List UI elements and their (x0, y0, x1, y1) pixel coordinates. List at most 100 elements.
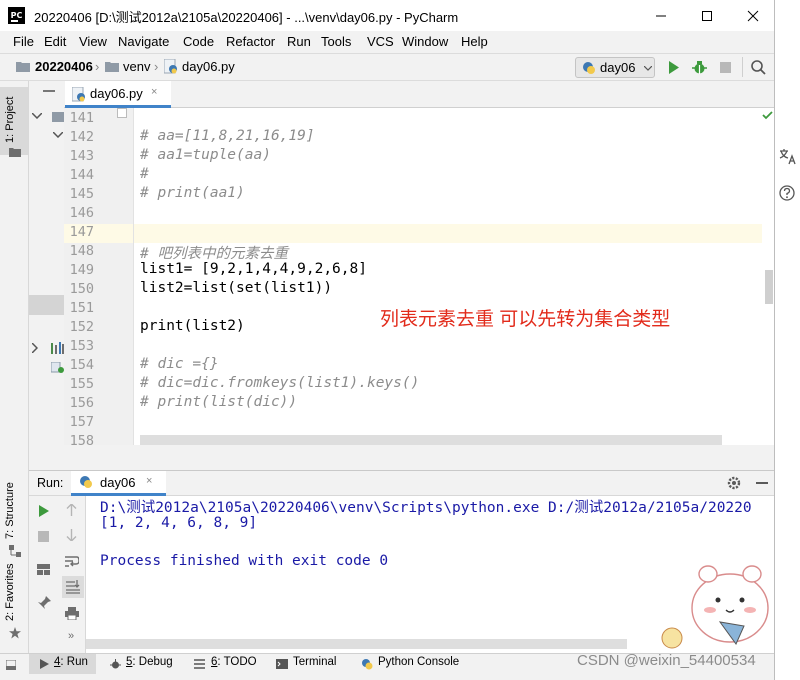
python-file-icon (164, 59, 177, 74)
stop-icon[interactable] (38, 531, 49, 542)
line-number: 143 (69, 148, 94, 164)
breadcrumb-folder[interactable]: venv (123, 59, 150, 74)
breadcrumb-file[interactable]: day06.py (182, 59, 235, 74)
console-line: Process finished with exit code 0 (100, 553, 389, 569)
close-button[interactable] (730, 0, 774, 31)
run-icon[interactable] (668, 61, 680, 74)
run-configuration-select[interactable]: day06 (575, 57, 655, 78)
console-horizontal-scrollbar[interactable] (86, 639, 627, 649)
folder-icon (9, 148, 21, 157)
help-icon[interactable] (779, 185, 795, 201)
line-number: 146 (69, 205, 94, 221)
line-number-gutter: 141 142 143 144 145 146 147 148 149 150 151 152 153 1… (64, 108, 134, 445)
run-toolbar-secondary: » (60, 496, 86, 653)
line-number: 152 (69, 319, 94, 335)
terminal-icon (276, 659, 288, 669)
menu-run[interactable]: Run (287, 34, 311, 49)
menu-vcs[interactable]: VCS (367, 34, 394, 49)
menu-file[interactable]: File (13, 34, 34, 49)
navigation-bar: 20220406 › venv › day06.py day06 (0, 53, 774, 81)
line-number: 150 (69, 281, 94, 297)
chevron-down-icon[interactable] (53, 132, 63, 138)
code-line: print(list2) (140, 318, 245, 334)
menu-window[interactable]: Window (402, 34, 448, 49)
menu-tools[interactable]: Tools (321, 34, 351, 49)
more-actions-icon[interactable]: » (68, 630, 74, 642)
code-line: list2=list(set(list1)) (140, 280, 333, 296)
debug-icon[interactable] (692, 60, 707, 75)
python-icon (583, 62, 595, 74)
line-number: 157 (69, 414, 94, 430)
menu-code[interactable]: Code (183, 34, 214, 49)
stop-icon[interactable] (720, 62, 731, 73)
tool-window-toggle-icon[interactable] (6, 660, 16, 670)
minimize-button[interactable] (638, 0, 684, 31)
tab-day06-py[interactable]: day06.py × (65, 81, 171, 108)
chevron-down-icon[interactable] (32, 113, 42, 119)
code-line: # aa1=tuple(aa) (140, 147, 271, 163)
tab-favorites[interactable]: 2: Favorites (4, 564, 16, 621)
bottom-tab-run[interactable]: 4: Run (54, 656, 88, 668)
line-number: 147 (69, 224, 94, 240)
fold-marker-icon[interactable] (117, 108, 127, 118)
bottom-tab-todo[interactable]: 6: TODO (211, 656, 257, 668)
bottom-tab-debug[interactable]: 5: Debug (126, 656, 173, 668)
line-number: 156 (69, 395, 94, 411)
selected-tree-row[interactable] (29, 295, 64, 315)
line-number: 153 (69, 338, 94, 354)
pycharm-logo-icon: PC (8, 7, 25, 24)
layout-icon[interactable] (37, 564, 50, 575)
menu-help[interactable]: Help (461, 34, 488, 49)
pin-icon[interactable] (37, 596, 51, 610)
code-editor[interactable]: # aa=[11,8,21,16,19] # aa1=tuple(aa) # # pr… (134, 108, 762, 445)
search-icon[interactable] (751, 60, 766, 75)
rerun-icon[interactable] (38, 505, 49, 517)
pycharm-window: PC 20220406 [D:\测试2012a\2105a\20220406] … (0, 0, 775, 680)
line-number: 144 (69, 167, 94, 183)
editor-vertical-scrollbar[interactable] (762, 108, 774, 445)
breadcrumb-separator-icon: › (154, 59, 159, 74)
menu-refactor[interactable]: Refactor (226, 34, 275, 49)
menu-edit[interactable]: Edit (44, 34, 66, 49)
breadcrumb-project[interactable]: 20220406 (35, 59, 93, 74)
close-tab-icon[interactable]: × (146, 475, 152, 487)
line-number: 142 (69, 129, 94, 145)
hide-panel-icon[interactable] (756, 482, 768, 484)
bottom-tab-terminal[interactable]: Terminal (293, 656, 336, 668)
window-title: 20220406 [D:\测试2012a\2105a\20220406] - .… (34, 10, 459, 25)
line-number: 148 (69, 243, 94, 259)
arrow-up-icon[interactable] (66, 504, 77, 516)
run-panel-header: Run: day06 × (29, 470, 774, 496)
close-tab-icon[interactable]: × (151, 86, 157, 98)
translate-icon[interactable] (779, 148, 796, 165)
python-icon (80, 476, 92, 488)
soft-wrap-icon[interactable] (65, 555, 79, 568)
gear-icon[interactable] (727, 476, 741, 490)
run-tab-day06[interactable]: day06 × (71, 471, 166, 496)
run-toolbar (29, 496, 60, 653)
bottom-tab-python-console[interactable]: Python Console (378, 656, 459, 668)
csdn-watermark: CSDN @weixin_54400534 (577, 652, 756, 669)
check-icon (762, 111, 773, 120)
arrow-down-icon[interactable] (66, 529, 77, 541)
line-number: 141 (69, 110, 94, 126)
libraries-icon (51, 342, 64, 354)
star-icon (9, 627, 21, 639)
tab-structure[interactable]: 7: Structure (4, 482, 16, 539)
scrollbar-thumb[interactable] (765, 270, 773, 304)
bug-icon (110, 659, 121, 669)
minimize-icon (656, 15, 666, 16)
print-icon[interactable] (65, 607, 79, 620)
tab-project[interactable]: 1: Project (4, 97, 16, 143)
maximize-button[interactable] (684, 0, 730, 31)
folder-icon (52, 112, 64, 122)
line-number: 155 (69, 376, 94, 392)
menu-view[interactable]: View (79, 34, 107, 49)
horizontal-scrollbar[interactable] (140, 435, 722, 445)
line-number: 154 (69, 357, 94, 373)
chevron-right-icon[interactable] (32, 343, 38, 353)
breadcrumb-separator-icon: › (95, 59, 100, 74)
collapse-panel-icon[interactable] (43, 90, 55, 92)
menu-navigate[interactable]: Navigate (118, 34, 169, 49)
line-number: 158 (69, 433, 94, 445)
